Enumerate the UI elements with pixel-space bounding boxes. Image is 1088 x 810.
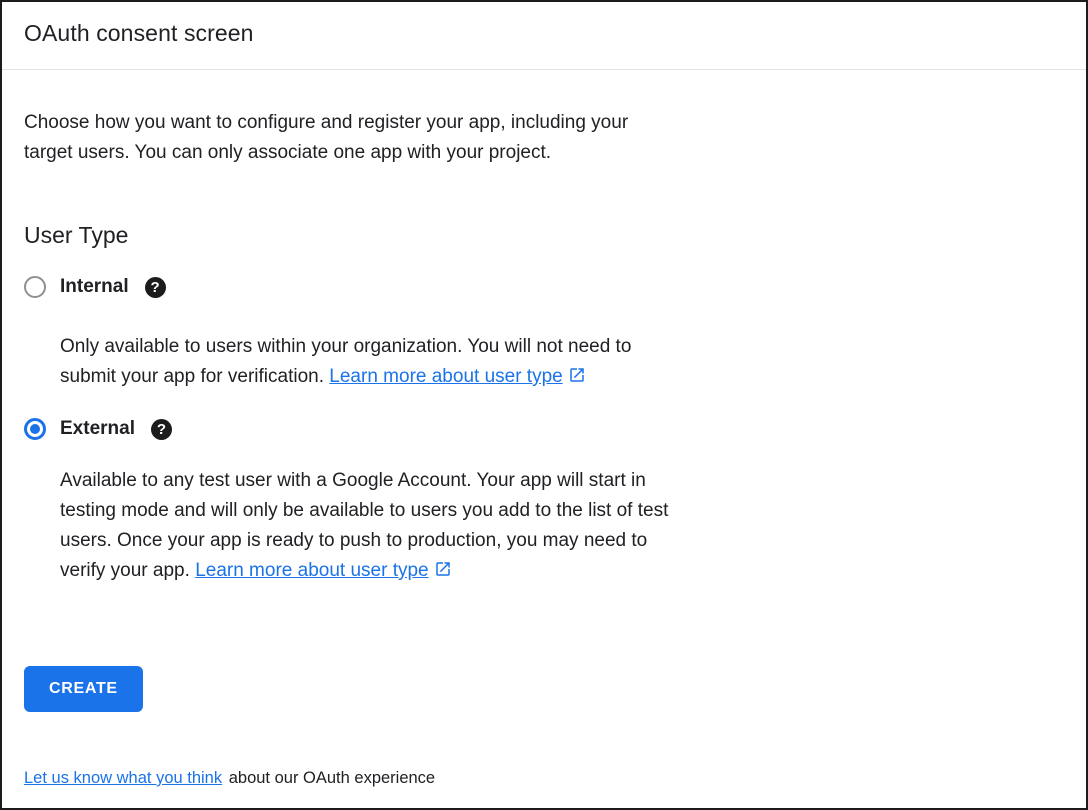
intro-line: Choose how you want to configure and reg… (24, 108, 1064, 138)
learn-more-user-type-link[interactable]: Learn more about user type (195, 560, 451, 581)
description-text: submit your app for verification. (60, 366, 324, 387)
create-button[interactable]: CREATE (24, 666, 143, 712)
feedback-footer: Let us know what you think about our OAu… (2, 769, 1086, 788)
header-divider (2, 69, 1086, 70)
oauth-consent-panel: OAuth consent screen Choose how you want… (0, 0, 1088, 810)
external-radio-row[interactable]: External ? (24, 418, 1064, 440)
description-line: Available to any test user with a Google… (60, 466, 1064, 496)
intro-text: Choose how you want to configure and reg… (24, 108, 1064, 168)
radio-selected-icon[interactable] (24, 418, 46, 440)
description-last-line: verify your app. Learn more about user t… (60, 556, 1064, 586)
internal-description: Only available to users within your orga… (60, 332, 1064, 392)
panel-header: OAuth consent screen (2, 2, 1086, 47)
external-option-label: External (60, 418, 135, 440)
link-label: Learn more about user type (329, 366, 562, 387)
page-title: OAuth consent screen (24, 20, 1064, 47)
description-line: users. Once your app is ready to push to… (60, 526, 1064, 556)
feedback-link[interactable]: Let us know what you think (24, 769, 224, 787)
user-type-heading: User Type (24, 222, 1064, 249)
help-icon[interactable]: ? (151, 419, 172, 440)
radio-unselected-icon[interactable] (24, 276, 46, 298)
help-glyph: ? (157, 421, 166, 438)
user-type-option-internal: Internal ? Only available to users withi… (24, 276, 1064, 392)
description-last-line: submit your app for verification. Learn … (60, 362, 1064, 392)
learn-more-user-type-link[interactable]: Learn more about user type (329, 366, 585, 387)
external-description: Available to any test user with a Google… (60, 466, 1064, 586)
description-text: verify your app. (60, 560, 190, 581)
link-label: Learn more about user type (195, 560, 428, 581)
intro-line: target users. You can only associate one… (24, 138, 1064, 168)
feedback-text: about our OAuth experience (229, 769, 435, 787)
description-line: testing mode and will only be available … (60, 496, 1064, 526)
internal-option-label: Internal (60, 276, 129, 298)
description-line: Only available to users within your orga… (60, 332, 1064, 362)
help-icon[interactable]: ? (145, 277, 166, 298)
open-in-new-icon (568, 366, 586, 384)
internal-radio-row[interactable]: Internal ? (24, 276, 1064, 298)
user-type-option-external: External ? Available to any test user wi… (24, 418, 1064, 586)
open-in-new-icon (434, 560, 452, 578)
help-glyph: ? (151, 279, 160, 296)
panel-content: Choose how you want to configure and reg… (2, 108, 1086, 712)
